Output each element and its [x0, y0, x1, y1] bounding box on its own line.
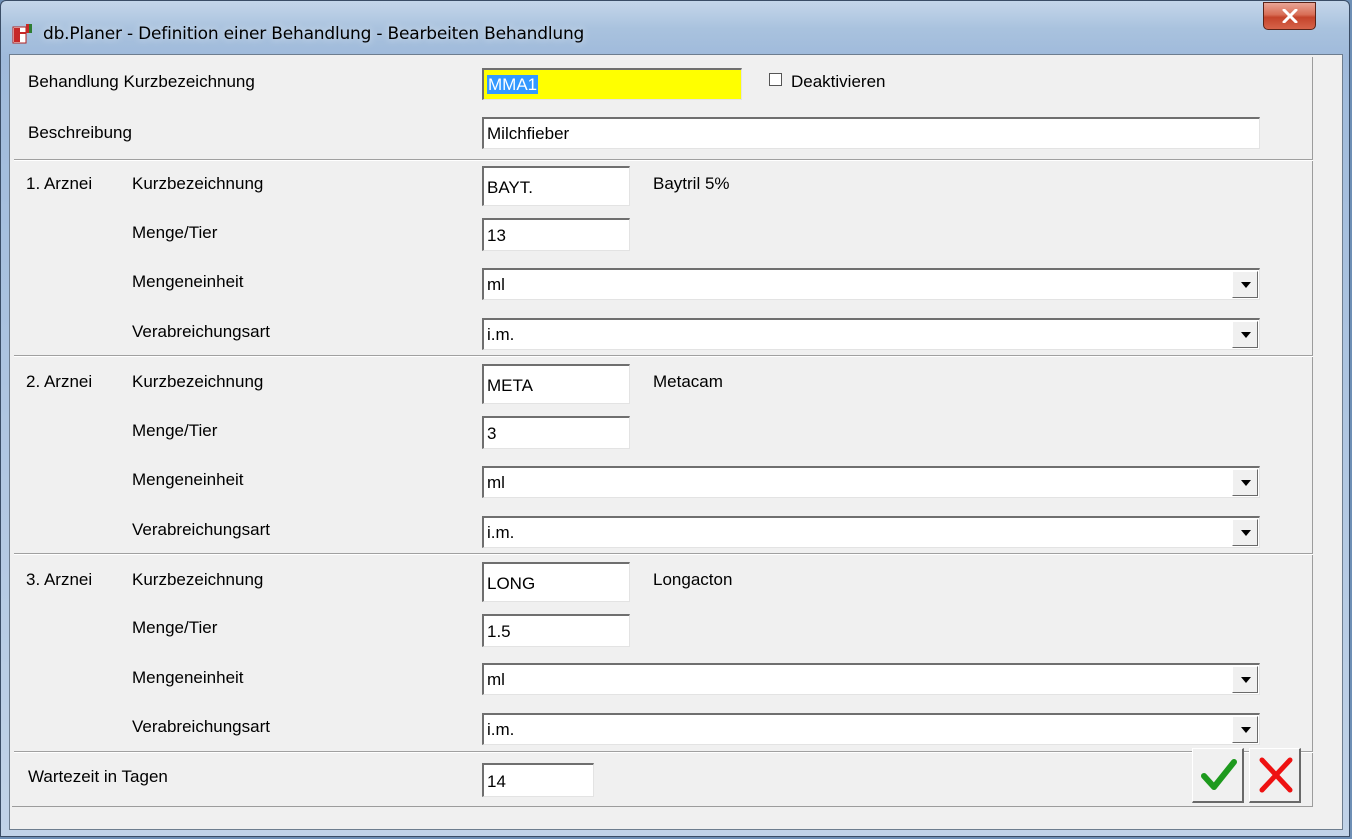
arznei-1-kurz-label: Kurzbezeichnung — [132, 174, 264, 193]
dropdown-value: ml — [487, 275, 505, 294]
arznei-3-kurz-input[interactable]: LONG — [482, 562, 630, 602]
arznei-2-art-dropdown[interactable]: i.m. — [482, 516, 1260, 548]
arznei-1-einheit-label: Mengeneinheit — [132, 272, 244, 291]
dialog-window: db.Planer - Definition einer Behandlung … — [0, 0, 1350, 837]
dropdown-value: i.m. — [487, 523, 515, 542]
arznei-3-name: Longacton — [653, 570, 733, 589]
dialog-client-area: Behandlung Kurzbezeichnung MMA1 Deaktivi… — [9, 54, 1343, 830]
dropdown-arrow-icon[interactable] — [1232, 469, 1258, 496]
dropdown-arrow-icon[interactable] — [1232, 666, 1258, 693]
cancel-button[interactable] — [1249, 748, 1301, 803]
arznei-2-name: Metacam — [653, 372, 723, 391]
separator — [14, 355, 1313, 357]
arznei-2-menge-input[interactable]: 3 — [482, 416, 630, 449]
ok-button[interactable] — [1192, 748, 1244, 803]
close-window-button[interactable] — [1263, 2, 1316, 30]
arznei-1-art-dropdown[interactable]: i.m. — [482, 318, 1260, 350]
arznei-3-art-dropdown[interactable]: i.m. — [482, 713, 1260, 745]
dropdown-value: ml — [487, 473, 505, 492]
cancel-x-icon — [1259, 757, 1293, 793]
arznei-2-title: 2. Arznei — [26, 372, 93, 391]
arznei-1-menge-label: Menge/Tier — [132, 223, 218, 242]
separator — [14, 751, 1313, 753]
beschreibung-label: Beschreibung — [28, 123, 132, 142]
behandlung-kurz-label: Behandlung Kurzbezeichnung — [28, 72, 255, 91]
arznei-2-art-label: Verabreichungsart — [132, 520, 270, 539]
separator — [14, 553, 1313, 555]
arznei-3-einheit-label: Mengeneinheit — [132, 668, 244, 687]
arznei-1-kurz-input[interactable]: BAYT. — [482, 166, 630, 206]
dropdown-arrow-icon[interactable] — [1232, 519, 1258, 546]
arznei-2-einheit-label: Mengeneinheit — [132, 470, 244, 489]
arznei-2-einheit-dropdown[interactable]: ml — [482, 466, 1260, 498]
arznei-3-menge-label: Menge/Tier — [132, 618, 218, 637]
arznei-1-art-label: Verabreichungsart — [132, 322, 270, 341]
arznei-3-art-label: Verabreichungsart — [132, 717, 270, 736]
arznei-3-einheit-dropdown[interactable]: ml — [482, 663, 1260, 695]
checkmark-icon — [1201, 759, 1237, 790]
dropdown-arrow-icon[interactable] — [1232, 321, 1258, 348]
window-title: db.Planer - Definition einer Behandlung … — [43, 24, 585, 44]
form-panel: Behandlung Kurzbezeichnung MMA1 Deaktivi… — [12, 57, 1313, 807]
close-icon — [1282, 9, 1298, 23]
app-logo-icon — [12, 24, 32, 44]
behandlung-kurz-input[interactable]: MMA1 — [482, 68, 742, 100]
deaktivieren-checkbox[interactable] — [769, 73, 782, 86]
dropdown-value: ml — [487, 670, 505, 689]
arznei-3-kurz-label: Kurzbezeichnung — [132, 570, 264, 589]
dropdown-arrow-icon[interactable] — [1232, 271, 1258, 298]
arznei-3-menge-input[interactable]: 1.5 — [482, 614, 630, 647]
arznei-2-menge-label: Menge/Tier — [132, 421, 218, 440]
wartezeit-label: Wartezeit in Tagen — [28, 767, 168, 786]
separator — [14, 159, 1313, 161]
arznei-3-title: 3. Arznei — [26, 570, 93, 589]
arznei-1-menge-input[interactable]: 13 — [482, 218, 630, 251]
wartezeit-input[interactable]: 14 — [482, 763, 594, 797]
dropdown-value: i.m. — [487, 325, 515, 344]
dropdown-arrow-icon[interactable] — [1232, 716, 1258, 743]
beschreibung-input[interactable]: Milchfieber — [482, 117, 1260, 149]
arznei-1-title: 1. Arznei — [26, 174, 93, 193]
arznei-2-kurz-label: Kurzbezeichnung — [132, 372, 264, 391]
deaktivieren-label[interactable]: Deaktivieren — [791, 72, 886, 92]
arznei-1-name: Baytril 5% — [653, 174, 730, 193]
arznei-2-kurz-input[interactable]: META — [482, 364, 630, 404]
dropdown-value: i.m. — [487, 720, 515, 739]
arznei-1-einheit-dropdown[interactable]: ml — [482, 268, 1260, 300]
